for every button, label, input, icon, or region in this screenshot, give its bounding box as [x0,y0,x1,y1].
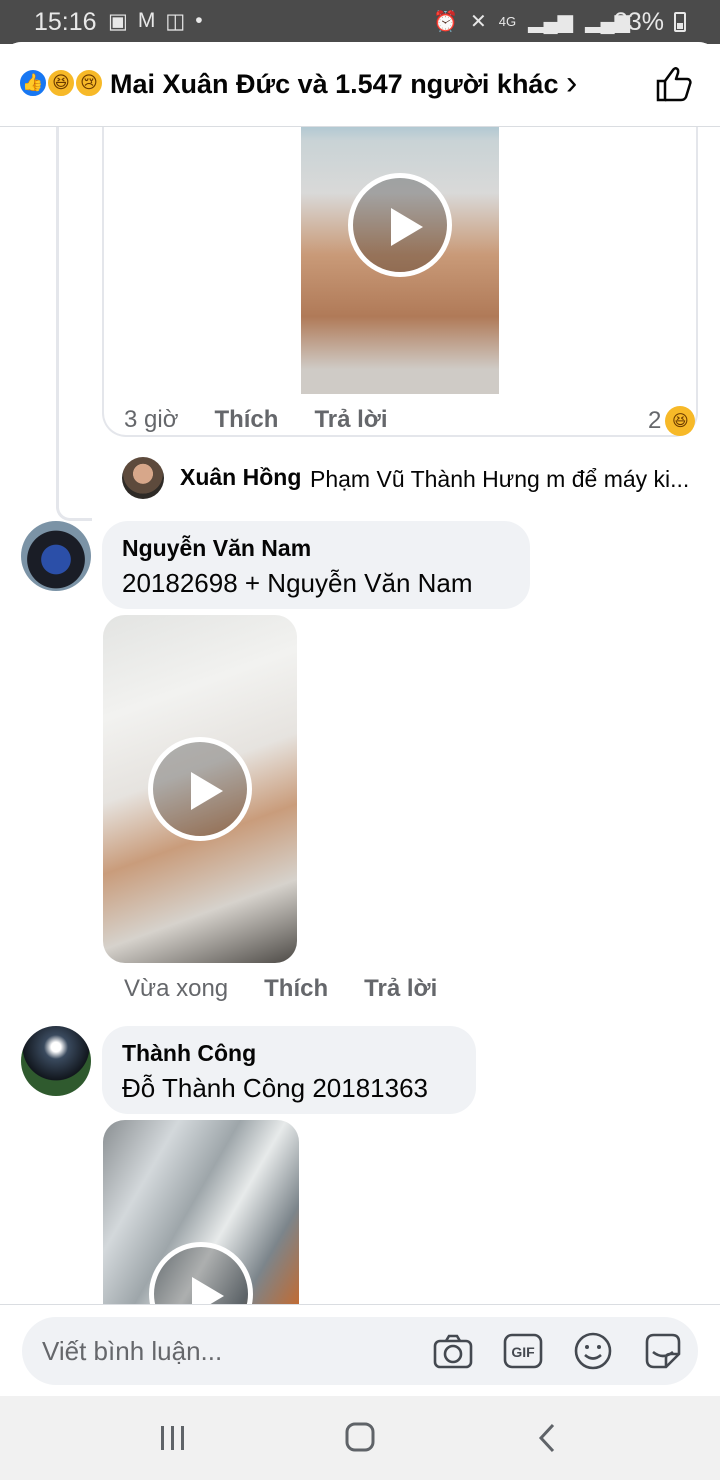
comment-input[interactable] [42,1331,422,1371]
haha-reaction-icon: 😆 [46,68,76,98]
battery-icon [674,12,686,32]
like-icon[interactable] [654,64,694,104]
comment-bubble[interactable]: Nguyễn Văn Nam 20182698 + Nguyễn Văn Nam [102,521,530,609]
reaction-icons: 👍 😆 😢 [18,68,106,98]
comment-author[interactable]: Nguyễn Văn Nam [122,535,510,562]
reply-button[interactable]: Trả lời [364,975,437,1003]
play-icon[interactable] [148,737,252,841]
comment-time: Vừa xong [124,975,229,1002]
emoji-icon[interactable] [572,1330,614,1372]
like-button[interactable]: Thích [264,975,328,1003]
status-bar: 15:16 ▣ M ◫ • ⏰ ✕ 4G ▂▄▆ ▂▄▆ 33% [0,0,720,44]
comment-actions: 3 giờ Thích Trả lời [124,406,424,434]
battery-percent: 33% [613,8,664,36]
comment-author[interactable]: Thành Công [122,1040,456,1067]
composer-bar: GIF [0,1304,720,1396]
4g-icon: 4G [498,14,517,29]
chevron-right-icon[interactable]: › [566,64,577,103]
avatar[interactable] [21,1026,91,1096]
avatar[interactable] [21,521,91,591]
reply-text: Phạm Vũ Thành Hưng m để máy ki... [310,466,690,492]
comment-actions: Vừa xong Thích Trả lời [124,975,473,1003]
back-button[interactable] [528,1420,568,1456]
play-icon[interactable] [149,1242,253,1310]
haha-reaction-icon: 😆 [665,406,696,436]
video-attachment[interactable] [103,615,297,963]
signal-icon: ▂▄▆ [528,11,574,33]
comment-time: 3 giờ [124,406,179,433]
like-button[interactable]: Thích [214,406,278,434]
system-nav-bar [0,1396,720,1480]
reaction-count[interactable]: 2 😆 [648,406,696,436]
comment-bubble[interactable]: Thành Công Đỗ Thành Công 20181363 [102,1026,476,1114]
reactions-header[interactable]: 👍 😆 😢 Mai Xuân Đức và 1.547 người khác › [0,42,720,127]
teams-icon: ▣ [108,10,128,33]
recents-button[interactable] [153,1420,193,1456]
reply-author[interactable]: Xuân Hồng [180,464,301,491]
reactions-summary[interactable]: Mai Xuân Đức và 1.547 người khác [110,69,558,100]
thread-line [56,127,92,521]
video-attachment[interactable] [301,85,499,394]
reaction-count-value: 2 [648,407,662,434]
comment-text: Đỗ Thành Công 20181363 [122,1073,428,1103]
sticker-icon[interactable] [642,1330,684,1372]
sad-reaction-icon: 😢 [74,68,104,98]
alarm-icon: ⏰ [433,11,459,33]
camera-icon[interactable] [432,1330,474,1372]
reply-preview[interactable]: Xuân Hồng Phạm Vũ Thành Hưng m để máy ki… [122,456,702,500]
gif-icon[interactable]: GIF [502,1330,544,1372]
comment-text: 20182698 + Nguyễn Văn Nam [122,568,473,598]
office-icon: ◫ [165,10,186,33]
dot-icon: • [195,9,203,32]
reply-button[interactable]: Trả lời [314,406,387,434]
play-icon[interactable] [348,173,452,277]
video-attachment[interactable] [103,1120,299,1310]
comment-composer: GIF [22,1317,698,1385]
svg-text:GIF: GIF [511,1344,535,1360]
avatar[interactable] [122,457,164,499]
gmail-icon: M [137,9,156,32]
status-time: 15:16 [34,8,97,36]
like-reaction-icon: 👍 [18,68,48,98]
mute-icon: ✕ [470,11,487,33]
home-button[interactable] [340,1420,380,1456]
